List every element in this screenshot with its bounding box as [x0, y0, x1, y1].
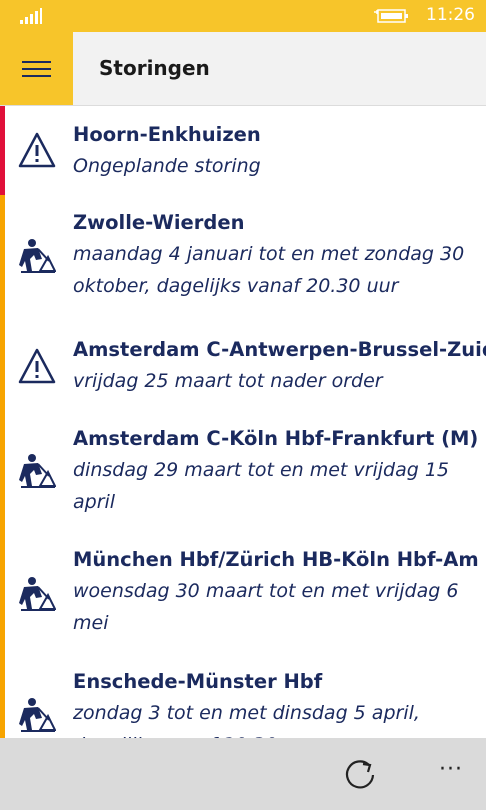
- disruption-period: zondag 3 tot en met dinsdag 5 april, dag…: [73, 702, 420, 738]
- page-header: Storingen: [0, 32, 486, 106]
- route-name: Zwolle-Wierden: [73, 211, 245, 234]
- disruption-list[interactable]: Hoorn-Enkhuizen Ongeplande storing Zwoll…: [0, 106, 486, 738]
- page-title: Storingen: [99, 56, 210, 80]
- refresh-icon[interactable]: [342, 756, 380, 794]
- warning-triangle-icon: [18, 348, 56, 384]
- roadworks-icon: [19, 577, 56, 611]
- status-bar: 11:26: [0, 0, 486, 32]
- disruption-period: maandag 4 januari tot en met zondag 30 o…: [73, 243, 465, 297]
- more-options-button[interactable]: ···: [436, 757, 466, 787]
- app-bar: ···: [0, 738, 486, 810]
- disruption-period: dinsdag 29 maart tot en met vrijdag 15 a…: [73, 459, 450, 513]
- disruption-item[interactable]: Amsterdam C-Antwerpen-Brussel-Zuid vrijd…: [0, 318, 486, 410]
- disruption-item[interactable]: Amsterdam C-Köln Hbf-Frankfurt (M) H din…: [0, 410, 486, 532]
- disruption-period: woensdag 30 maart tot en met vrijdag 6 m…: [73, 580, 459, 634]
- route-name: München Hbf/Zürich HB-Köln Hbf-Am: [73, 548, 479, 571]
- status-stripe-planned: [0, 654, 5, 738]
- disruption-period: Ongeplande storing: [73, 155, 261, 177]
- roadworks-icon: [19, 454, 56, 488]
- route-name: Amsterdam C-Köln Hbf-Frankfurt (M) H: [73, 427, 486, 450]
- disruption-item[interactable]: Zwolle-Wierden maandag 4 januari tot en …: [0, 195, 486, 318]
- disruption-item[interactable]: Hoorn-Enkhuizen Ongeplande storing: [0, 106, 486, 195]
- battery-charging-icon: [374, 9, 408, 23]
- status-clock: 11:26: [426, 5, 475, 25]
- signal-strength-icon: [20, 8, 42, 24]
- hamburger-menu-button[interactable]: [0, 32, 73, 105]
- disruption-item[interactable]: München Hbf/Zürich HB-Köln Hbf-Am woensd…: [0, 532, 486, 654]
- route-name: Hoorn-Enkhuizen: [73, 123, 261, 146]
- status-stripe-planned: [0, 532, 5, 654]
- disruption-period: vrijdag 25 maart tot nader order: [73, 370, 383, 392]
- warning-triangle-icon: [18, 132, 56, 168]
- disruption-item[interactable]: Enschede-Münster Hbf zondag 3 tot en met…: [0, 654, 486, 738]
- route-name: Amsterdam C-Antwerpen-Brussel-Zuid: [73, 338, 486, 361]
- roadworks-icon: [19, 698, 56, 732]
- status-stripe-planned: [0, 410, 5, 532]
- route-name: Enschede-Münster Hbf: [73, 670, 323, 693]
- status-stripe-planned: [0, 195, 5, 318]
- status-stripe-unplanned: [0, 106, 5, 195]
- roadworks-icon: [19, 239, 56, 273]
- status-stripe-planned: [0, 318, 5, 410]
